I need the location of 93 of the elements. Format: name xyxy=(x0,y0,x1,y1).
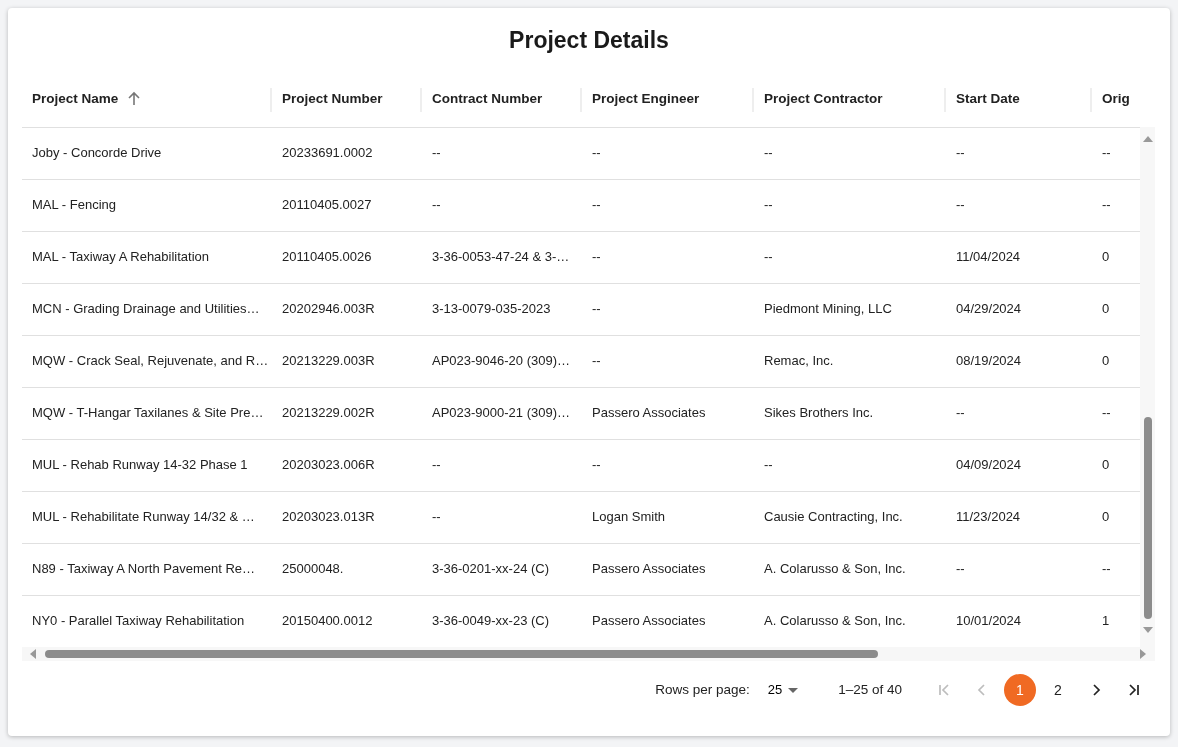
vertical-scrollbar[interactable] xyxy=(1140,127,1155,647)
table-cell: -- xyxy=(1102,145,1111,161)
column-header[interactable]: Project Engineer xyxy=(592,89,700,110)
table-cell: MUL - Rehab Runway 14-32 Phase 1 xyxy=(32,457,248,473)
table-cell: -- xyxy=(1102,405,1111,421)
table-cell: -- xyxy=(956,561,965,577)
table-cell: A. Colarusso & Son, Inc. xyxy=(764,613,906,629)
rows-per-page-select[interactable]: 25 xyxy=(763,680,803,700)
table-cell: 11/23/2024 xyxy=(956,509,1021,525)
page-range: 1–25 of 40 xyxy=(838,680,902,699)
table-cell: 20202946.003R xyxy=(282,301,375,317)
column-header[interactable]: Contract Number xyxy=(432,89,543,110)
column-header[interactable]: Project Number xyxy=(282,89,383,110)
table-cell: 20213229.003R xyxy=(282,353,375,369)
table-cell: 08/19/2024 xyxy=(956,353,1022,369)
scroll-up-icon[interactable] xyxy=(1142,135,1153,142)
table-cell: 11/04/2024 xyxy=(956,249,1021,265)
table-cell: A. Colarusso & Son, Inc. xyxy=(764,561,906,577)
table-cell: 20150400.0012 xyxy=(282,613,373,629)
table-cell: Passero Associates xyxy=(592,561,706,577)
table-cell: NY0 - Parallel Taxiway Rehabilitation xyxy=(32,613,245,629)
table-cell: -- xyxy=(764,145,773,161)
table-cell: 04/29/2024 xyxy=(956,301,1022,317)
column-header[interactable]: Project Name xyxy=(32,89,119,110)
first-page-icon xyxy=(937,683,951,697)
table-cell: Passero Associates xyxy=(592,613,706,629)
table-cell: 20110405.0026 xyxy=(282,249,372,265)
table-cell: 3-13-0079-035-2023 xyxy=(432,301,551,317)
last-page-icon xyxy=(1127,683,1141,697)
rows-per-page-label: Rows per page: xyxy=(655,680,750,699)
table-cell: MAL - Fencing xyxy=(32,197,117,213)
table-cell: 0 xyxy=(1102,249,1110,265)
table-cell: -- xyxy=(956,405,965,421)
table-cell: 10/01/2024 xyxy=(956,613,1022,629)
table-cell: -- xyxy=(432,145,441,161)
table-cell: 20203023.006R xyxy=(282,457,375,473)
table-cell: MQW - Crack Seal, Rejuvenate, and R… xyxy=(32,353,269,369)
table-cell: -- xyxy=(432,197,441,213)
table-cell: 3-36-0053-47-24 & 3-… xyxy=(432,249,570,265)
table-cell: 20110405.0027 xyxy=(282,197,372,213)
table-cell: -- xyxy=(956,145,965,161)
table-cell: Remac, Inc. xyxy=(764,353,834,369)
table-cell: -- xyxy=(1102,561,1111,577)
table-cell: -- xyxy=(432,457,441,473)
table-cell: Sikes Brothers Inc. xyxy=(764,405,874,421)
table-cell: AP023-9000-21 (309)… xyxy=(432,405,571,421)
table-cell: -- xyxy=(592,145,601,161)
table-cell: Causie Contracting, Inc. xyxy=(764,509,903,525)
table-cell: -- xyxy=(764,249,773,265)
table-cell: MCN - Grading Drainage and Utilities… xyxy=(32,301,260,317)
table-cell: 20233691.0002 xyxy=(282,145,373,161)
table-cell: -- xyxy=(592,457,601,473)
table-cell: MQW - T-Hangar Taxilanes & Site Pre… xyxy=(32,405,264,421)
table-cell: 0 xyxy=(1102,457,1110,473)
table-cell: 3-36-0049-xx-23 (C) xyxy=(432,613,550,629)
scroll-down-icon[interactable] xyxy=(1142,627,1153,634)
table-cell: -- xyxy=(764,197,773,213)
column-header[interactable]: Project Contractor xyxy=(764,89,883,110)
table-cell: -- xyxy=(592,353,601,369)
table-cell: Passero Associates xyxy=(592,405,706,421)
table-cell: Logan Smith xyxy=(592,509,665,525)
table-cell: -- xyxy=(592,197,601,213)
table-cell: -- xyxy=(764,457,773,473)
table-cell: -- xyxy=(432,509,441,525)
table-cell: MUL - Rehabilitate Runway 14/32 & … xyxy=(32,509,255,525)
table-cell: 04/09/2024 xyxy=(956,457,1022,473)
table-cell: 0 xyxy=(1102,301,1110,317)
table-cell: AP023-9046-20 (309)… xyxy=(432,353,571,369)
table-cell: Joby - Concorde Drive xyxy=(32,145,162,161)
table-cell: 1 xyxy=(1102,613,1110,629)
scroll-left-icon[interactable] xyxy=(29,649,36,659)
table-cell: 25000048. xyxy=(282,561,344,577)
table-cell: N89 - Taxiway A North Pavement Re… xyxy=(32,561,256,577)
table-cell: 3-36-0201-xx-24 (C) xyxy=(432,561,550,577)
table-cell: -- xyxy=(956,197,965,213)
table-cell: Piedmont Mining, LLC xyxy=(764,301,892,317)
caret-icon xyxy=(788,687,799,693)
table-cell: 20203023.013R xyxy=(282,509,375,525)
table-cell: 0 xyxy=(1102,509,1110,525)
column-header[interactable]: Start Date xyxy=(956,89,1020,110)
scroll-right-icon[interactable] xyxy=(1140,649,1147,659)
scrollbar-thumb[interactable] xyxy=(1143,417,1152,619)
horizontal-scrollbar[interactable] xyxy=(22,647,1155,661)
table-cell: -- xyxy=(592,249,601,265)
column-header[interactable]: Orig xyxy=(1102,89,1130,110)
table-cell: -- xyxy=(592,301,601,317)
table-cell: 20213229.002R xyxy=(282,405,375,421)
page-button[interactable]: 2 xyxy=(1042,674,1074,706)
scrollbar-thumb[interactable] xyxy=(45,650,878,658)
table-cell: 0 xyxy=(1102,353,1110,369)
table-cell: MAL - Taxiway A Rehabilitation xyxy=(32,249,210,265)
table-cell: -- xyxy=(1102,197,1111,213)
card-title: Project Details xyxy=(508,26,670,55)
